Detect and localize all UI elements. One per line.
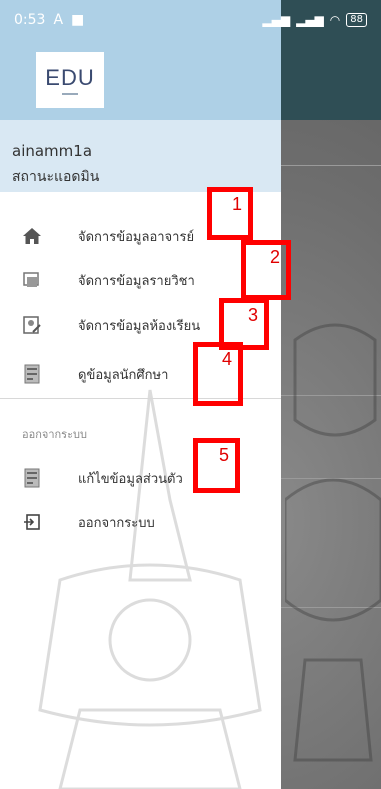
annotation-box-1: 1 — [207, 187, 253, 240]
menu-item-logout[interactable]: ออกจากระบบ — [0, 498, 281, 546]
wifi-icon: ◠ — [329, 13, 341, 27]
menu-item-label: ออกจากระบบ — [78, 515, 155, 531]
menu-item-manage-subjects[interactable]: จัดการข้อมูลรายวิชา — [0, 256, 281, 304]
background-row-divider — [280, 165, 381, 166]
menu-item-label: จัดการข้อมูลรายวิชา — [78, 273, 195, 289]
signal-icon: ▂▄▆ — [262, 13, 291, 27]
annotation-number: 1 — [231, 194, 242, 214]
app-logo: EDU — [36, 52, 104, 108]
status-bar: 0:53 A ■ ▂▄▆ ▂▄▆ ◠ 88 — [0, 0, 381, 40]
annotation-number: 3 — [247, 305, 258, 325]
battery-icon: 88 — [346, 13, 367, 27]
logo-text: EDU — [45, 65, 95, 90]
annotation-number: 4 — [221, 349, 232, 369]
annotation-box-5: 5 — [193, 438, 240, 493]
menu-item-label: จัดการข้อมูลอาจารย์ — [78, 229, 195, 245]
logo-underline — [62, 93, 78, 95]
classroom-icon — [22, 315, 42, 335]
subject-icon — [22, 270, 42, 290]
annotation-box-2: 2 — [241, 240, 291, 300]
profile-edit-icon — [22, 468, 42, 488]
menu-item-label: แก้ไขข้อมูลส่วนตัว — [78, 471, 183, 487]
menu-item-label: จัดการข้อมูลห้องเรียน — [78, 318, 201, 334]
annotation-number: 2 — [269, 247, 280, 267]
annotation-box-4: 4 — [193, 342, 243, 406]
a-indicator: A — [53, 12, 64, 28]
home-icon — [22, 226, 42, 246]
logout-icon — [22, 512, 42, 532]
username: ainamm1a — [12, 142, 93, 160]
section-label-logout: ออกจากระบบ — [22, 428, 87, 441]
camera-icon: ■ — [71, 12, 85, 28]
clock: 0:53 — [14, 12, 46, 28]
emblem-watermark-icon — [285, 323, 381, 762]
student-icon — [22, 364, 42, 384]
user-role: สถานะแอดมิน — [12, 169, 100, 185]
annotation-number: 5 — [218, 445, 229, 465]
menu-item-label: ดูข้อมูลนักศึกษา — [78, 367, 169, 383]
signal-icon: ▂▄▆ — [296, 13, 324, 27]
